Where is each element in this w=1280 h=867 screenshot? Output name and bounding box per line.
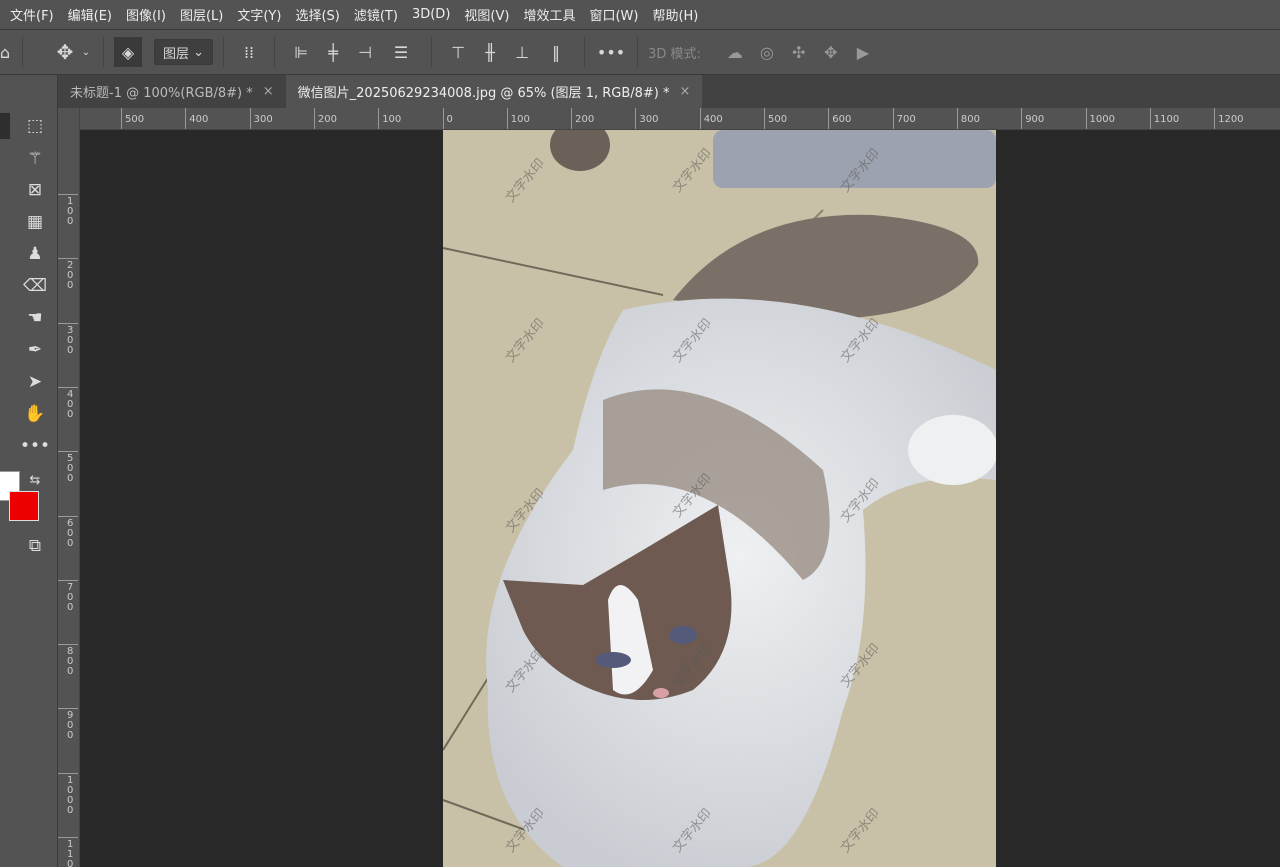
patch-tool-icon[interactable]: ▦: [22, 209, 48, 235]
ruler-label: 1000: [1085, 108, 1115, 129]
move-tool-icon[interactable]: ✥: [51, 37, 79, 67]
ruler-label: 1100: [58, 837, 78, 867]
distribute-icon[interactable]: ☰: [381, 37, 421, 67]
menu-item[interactable]: 滤镜(T): [354, 5, 398, 24]
divider: [103, 37, 104, 67]
3d-mode-label: 3D 模式:: [648, 46, 701, 62]
options-bar: ⌂ ✥ ⌄ ◈ 图层 ⌄ ⁞⁞ ⊫ ╪ ⊣ ☰ ⊤ ╫ ⊥ ‖ ••• 3D 模…: [0, 30, 1280, 75]
menu-bar: 文件(F) 编辑(E) 图像(I) 图层(L) 文字(Y) 选择(S) 滤镜(T) 3D(D)…: [0, 0, 1280, 30]
ruler-label: 800: [58, 644, 78, 677]
align-middle-icon[interactable]: ╫: [474, 37, 506, 67]
stamp-tool-icon[interactable]: ♟: [22, 241, 48, 267]
home-icon[interactable]: ⌂: [0, 37, 12, 67]
ruler-label: 200: [571, 108, 594, 129]
menu-item[interactable]: 3D(D): [412, 7, 450, 22]
ruler-label: 300: [249, 108, 273, 129]
active-tool-highlight: [0, 113, 10, 139]
horizontal-ruler[interactable]: 500 400 300 200 100 0 100 200 300 400 500 600 700 800…: [80, 108, 1280, 130]
document-tabs: 未标题-1 @ 100%(RGB/8#) * × 微信图片_20250629234…: [58, 75, 1280, 108]
ruler-label: 500: [121, 108, 144, 129]
menu-item[interactable]: 文字(Y): [237, 5, 281, 24]
ruler-label: 700: [58, 579, 78, 613]
ruler-label: 200: [313, 108, 337, 129]
roll-icon[interactable]: ◎: [751, 37, 783, 67]
ruler-label: 200: [58, 258, 78, 291]
layer-select-label: 图层: [163, 46, 190, 62]
menu-item[interactable]: 视图(V): [464, 5, 509, 24]
close-icon[interactable]: ×: [263, 84, 274, 99]
tab-label: 未标题-1 @ 100%(RGB/8#) *: [70, 86, 253, 101]
ruler-label: 100: [506, 108, 530, 129]
menu-item[interactable]: 图像(I): [126, 5, 166, 24]
eraser-icon[interactable]: ⌫: [22, 273, 48, 299]
ruler-label: 300: [635, 108, 658, 129]
ruler-label: 500: [764, 108, 787, 129]
pen-tool-icon[interactable]: ✒: [22, 337, 48, 363]
ruler-label: 600: [828, 108, 851, 129]
marquee-tool-icon[interactable]: ⬚: [22, 113, 48, 139]
tab-wechat-image[interactable]: 微信图片_20250629234008.jpg @ 65% (图层 1, RGB…: [285, 75, 703, 108]
magic-wand-icon[interactable]: ⚚: [22, 146, 48, 172]
selection-arrow-icon[interactable]: ➤: [22, 369, 48, 395]
frame-tool-icon[interactable]: ⊠: [22, 177, 48, 203]
ruler-label: 100: [58, 194, 78, 227]
ruler-label: 1000: [58, 772, 78, 816]
ruler-label: 300: [58, 322, 78, 356]
divider: [637, 37, 639, 67]
ruler-label: 400: [58, 386, 78, 420]
divider: [22, 37, 23, 67]
background-color-swatch[interactable]: [9, 491, 39, 521]
ruler-label: 500: [58, 451, 78, 484]
ruler-label: 1200: [1214, 108, 1244, 129]
menu-item[interactable]: 图层(L): [180, 5, 223, 24]
ruler-label: 600: [58, 515, 78, 549]
align-right-icon[interactable]: ⊣: [349, 37, 381, 67]
more-tools-icon[interactable]: •••: [20, 433, 50, 459]
menu-item[interactable]: 窗口(W): [589, 5, 638, 24]
screen-mode-icon[interactable]: ⧉: [22, 533, 48, 559]
camera-icon[interactable]: ▶: [847, 37, 879, 67]
orbit-icon[interactable]: ☁: [719, 37, 751, 67]
tools-panel: ⬚ ⚚ ⊠ ▦ ♟ ⌫ ☚ ✒ ➤ ✋ ••• ⇆ ⧉: [0, 75, 58, 867]
ruler-label: 400: [699, 108, 723, 129]
ruler-label: 1100: [1149, 108, 1179, 129]
divider: [274, 37, 276, 67]
ruler-label: 900: [58, 708, 78, 741]
ruler-label: 100: [378, 108, 401, 129]
menu-item[interactable]: 选择(S): [295, 5, 339, 24]
auto-select-icon[interactable]: ◈: [114, 37, 142, 67]
tab-untitled[interactable]: 未标题-1 @ 100%(RGB/8#) * ×: [58, 75, 286, 108]
vertical-ruler[interactable]: 100 200 300 400 500 600 700 800 900 1000 1100: [58, 108, 80, 867]
divider: [223, 37, 225, 67]
ruler-label: 900: [1021, 108, 1044, 129]
ruler-label: 800: [956, 108, 980, 129]
close-icon[interactable]: ×: [680, 84, 691, 99]
align-center-icon[interactable]: ╪: [317, 37, 349, 67]
layer-select-dropdown[interactable]: 图层 ⌄: [154, 39, 214, 65]
align-bottom-icon[interactable]: ⊥: [506, 37, 538, 67]
align-top-icon[interactable]: ⊤: [442, 37, 474, 67]
menu-item[interactable]: 文件(F): [10, 5, 54, 24]
align-left-icon[interactable]: ⊫: [285, 37, 317, 67]
transform-controls-icon[interactable]: ⁞⁞: [234, 37, 264, 67]
chevron-down-icon[interactable]: ⌄: [79, 37, 93, 67]
ruler-label: 700: [892, 108, 916, 129]
menu-item[interactable]: 帮助(H): [652, 5, 698, 24]
divider: [584, 37, 586, 67]
swap-colors-icon[interactable]: ⇆: [22, 467, 48, 493]
distribute-vertical-icon[interactable]: ‖: [538, 37, 574, 67]
more-options-icon[interactable]: •••: [595, 37, 627, 67]
menu-item[interactable]: 增效工具: [523, 5, 575, 24]
slide-icon[interactable]: ✥: [815, 37, 847, 67]
ruler-label: 400: [185, 108, 208, 129]
hand-rotate-icon[interactable]: ✋: [22, 401, 48, 427]
image-canvas[interactable]: 文字水印 文字水印 文字水印 文字水印 文字水印 文字水印 文字水印 文字水印 文字水印 文字水印…: [443, 130, 996, 867]
ruler-label: 0: [442, 108, 453, 129]
pan-icon[interactable]: ✣: [783, 37, 815, 67]
menu-item[interactable]: 编辑(E): [68, 5, 112, 24]
tab-label: 微信图片_20250629234008.jpg @ 65% (图层 1, RGB…: [297, 86, 670, 101]
smudge-tool-icon[interactable]: ☚: [22, 305, 48, 331]
divider: [431, 37, 433, 67]
